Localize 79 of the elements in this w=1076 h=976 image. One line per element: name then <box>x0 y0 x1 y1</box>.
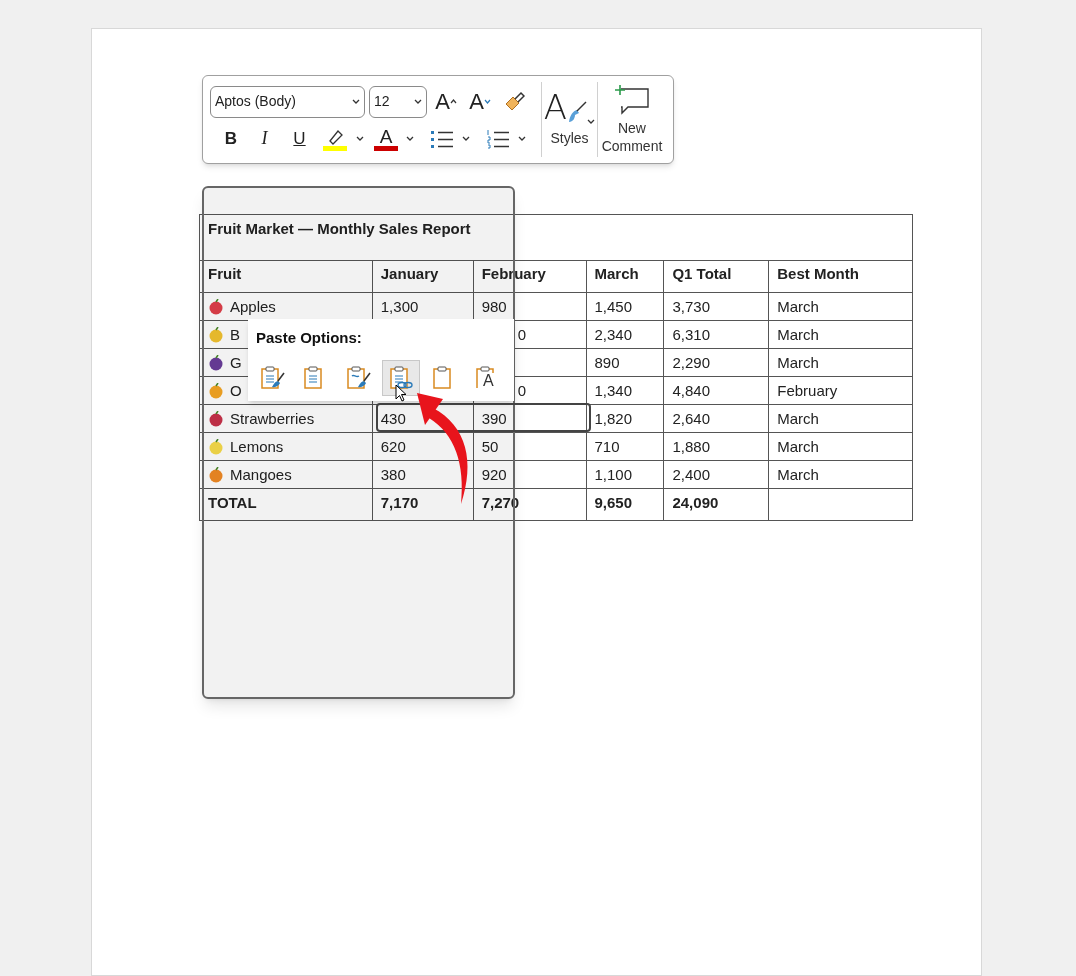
table-cell: 1,340 <box>594 382 633 399</box>
column-header: January <box>372 260 474 293</box>
brush-icon <box>567 100 588 124</box>
font-size-field[interactable]: 12 <box>369 85 427 118</box>
fruit-name: B <box>230 325 240 345</box>
table-cell: 1,880 <box>672 438 710 455</box>
shrink-font-button[interactable]: A <box>465 87 495 116</box>
underline-button[interactable]: U <box>283 123 316 154</box>
fruit-name: Strawberries <box>230 409 315 429</box>
clipboard-brush-icon <box>258 364 286 391</box>
table-cell: 7,170 <box>380 494 419 511</box>
table-cell: 430 <box>380 410 406 427</box>
brush-icon <box>503 90 525 113</box>
table-cell: 980 <box>481 298 507 315</box>
font-color-button[interactable]: A <box>372 123 424 154</box>
up-caret-icon <box>449 99 457 104</box>
table-cell: 3,730 <box>672 298 710 315</box>
chevron-icon <box>352 99 360 104</box>
table-cell: March <box>777 410 819 427</box>
fruit-name: Apples <box>230 297 276 317</box>
table-cell: 1,450 <box>594 298 633 315</box>
grow-font-button[interactable]: A <box>431 87 461 116</box>
table-cell: March <box>777 466 819 483</box>
down-caret-icon <box>483 99 491 104</box>
table-cell: 1,100 <box>594 466 633 483</box>
table-cell: 50 <box>481 438 499 455</box>
comment-icon <box>614 84 650 117</box>
bullet-list-icon <box>430 128 454 149</box>
table-cell: 380 <box>380 466 406 483</box>
menu-title: Paste Options: <box>255 328 363 348</box>
fruit-name: Lemons <box>230 437 284 457</box>
paste-option-button[interactable] <box>382 359 420 396</box>
column-header: Best Month <box>768 260 913 293</box>
table-title: Fruit Market — Monthly Sales Report <box>199 214 913 261</box>
chevron-icon <box>587 119 596 124</box>
table-cell: 2,340 <box>594 326 633 343</box>
column-header: Q1 Total <box>663 260 769 293</box>
total-label: TOTAL <box>208 493 257 513</box>
table-cell: 24,090 <box>672 494 719 511</box>
fruit-name: O <box>230 381 242 401</box>
fruit-name: Mangoes <box>230 465 292 485</box>
table-cell: 890 <box>594 354 620 371</box>
chevron-icon <box>518 136 526 141</box>
table-cell: 2,400 <box>672 466 710 483</box>
icon-letter: A <box>483 372 494 389</box>
bold-button[interactable]: B <box>216 123 246 154</box>
table-cell: 920 <box>481 466 507 483</box>
fruit-name: G <box>230 353 242 373</box>
styles-button[interactable]: A Styles <box>541 76 598 163</box>
table-cell: 710 <box>594 438 620 455</box>
chevron-icon <box>356 136 364 141</box>
chevron-icon <box>462 136 470 141</box>
numbered-list-icon <box>486 128 510 149</box>
table-cell: 1,820 <box>594 410 633 427</box>
table-cell: 0 <box>517 382 526 399</box>
chevron-icon <box>414 99 422 104</box>
table-cell: 4,840 <box>672 382 710 399</box>
table-cell: March <box>777 354 819 371</box>
table-cell: 6,310 <box>672 326 710 343</box>
table-cell: 2,290 <box>672 354 710 371</box>
new-comment-button[interactable]: New Comment <box>598 76 666 163</box>
paste-option-button[interactable]: A <box>468 359 506 396</box>
table-cell: 620 <box>380 438 406 455</box>
column-header: March <box>586 260 664 293</box>
table-cell: February <box>777 382 838 399</box>
table-cell: March <box>777 298 819 315</box>
clipboard-brush-icon <box>344 364 372 391</box>
clipboard-link-icon <box>387 364 415 391</box>
chevron-icon <box>406 136 414 141</box>
italic-button[interactable]: I <box>248 123 281 154</box>
table-cell: 1,300 <box>380 298 419 315</box>
table-cell: 9,650 <box>594 494 633 511</box>
table-cell: 390 <box>481 410 507 427</box>
table-cell: 2,640 <box>672 410 710 427</box>
table-cell: March <box>777 438 819 455</box>
table-cell: 0 <box>517 326 526 343</box>
font-field[interactable]: Aptos (Body) <box>210 85 365 118</box>
table-cell: March <box>777 326 819 343</box>
column-header: Fruit <box>199 260 373 293</box>
